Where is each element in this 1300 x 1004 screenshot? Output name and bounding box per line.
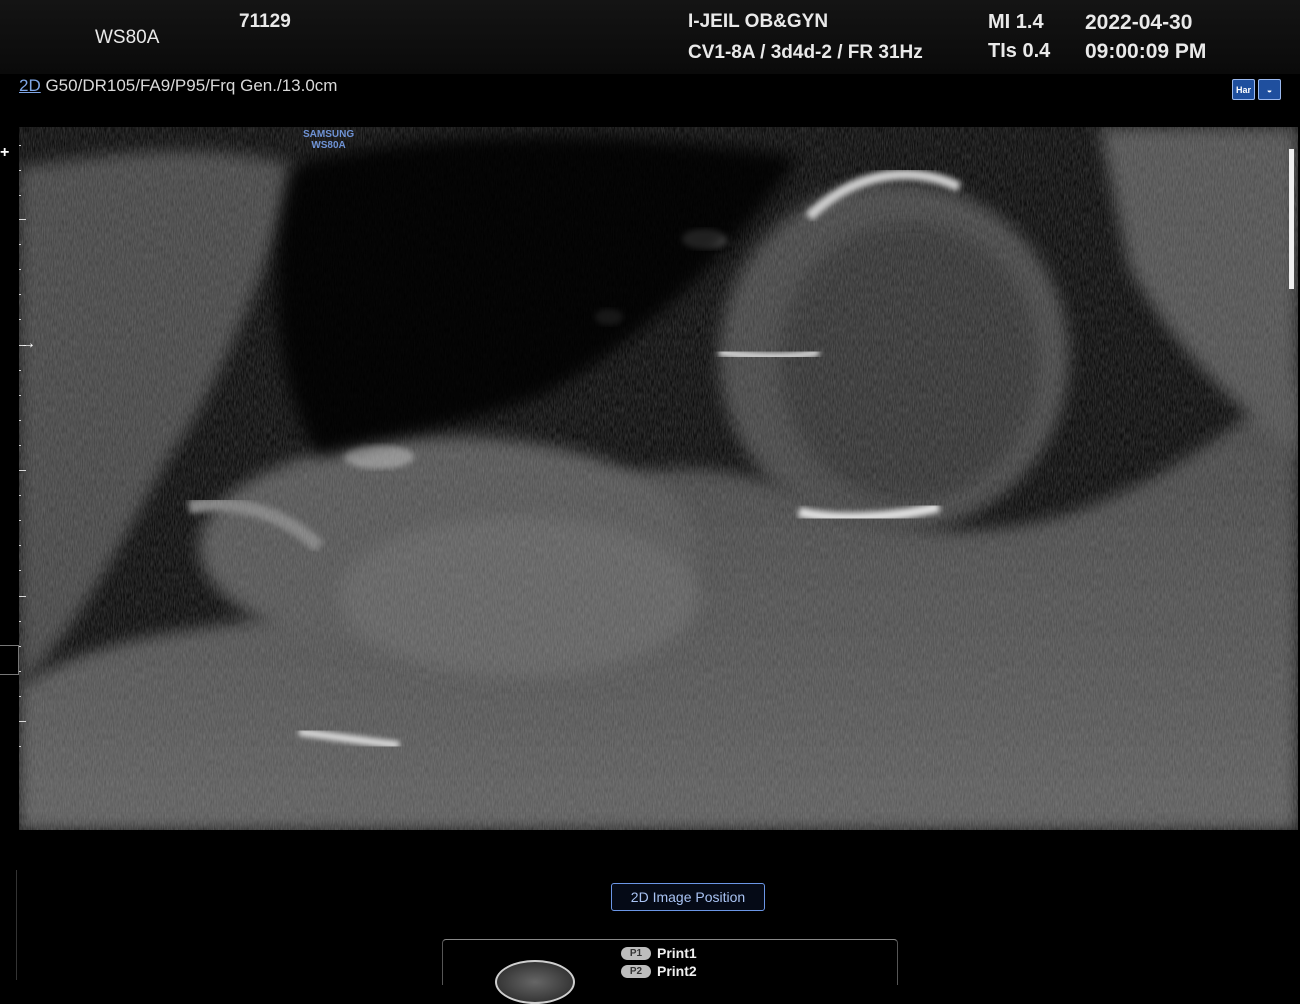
scale-tick <box>19 145 21 146</box>
scale-tick <box>19 269 21 270</box>
scale-tick <box>19 545 21 546</box>
hospital-name: I-JEIL OB&GYN <box>688 11 829 32</box>
scale-tick <box>19 621 21 622</box>
scale-tick <box>19 294 21 295</box>
mode-label[interactable]: 2D <box>19 76 41 95</box>
side-divider <box>0 870 17 980</box>
device-model: WS80A <box>95 27 160 48</box>
print2-row[interactable]: P2 Print2 <box>621 963 697 979</box>
scale-tick <box>19 395 21 396</box>
scale-tick <box>19 646 21 647</box>
ultrasound-image[interactable] <box>19 127 1298 830</box>
scale-tick <box>19 445 21 446</box>
parameter-values: G50/DR105/FA9/P95/Frq Gen./13.0cm <box>40 76 338 95</box>
scale-tick <box>19 244 21 245</box>
print2-badge: P2 <box>621 964 651 978</box>
focus-arrow-icon[interactable]: → <box>20 335 36 353</box>
scale-tick <box>19 470 26 471</box>
depth-scale <box>19 140 27 830</box>
watermark-model: WS80A <box>311 140 346 151</box>
print1-label: Print1 <box>657 945 697 961</box>
mechanical-index: MI 1.4 <box>988 11 1044 33</box>
scale-tick <box>19 721 26 722</box>
image-position-button[interactable]: 2D Image Position <box>611 883 765 911</box>
print2-label: Print2 <box>657 963 697 979</box>
trackball-icon[interactable] <box>495 960 575 1004</box>
print1-badge: P1 <box>621 946 651 960</box>
header-bar: WS80A 71129 I-JEIL OB&GYN CV1-8A / 3d4d-… <box>0 0 1300 74</box>
exam-time: 09:00:09 PM <box>1085 40 1207 63</box>
scale-tick <box>19 596 26 597</box>
scale-tick <box>19 671 21 672</box>
imaging-parameters: 2D G50/DR105/FA9/P95/Frq Gen./13.0cm <box>19 76 337 96</box>
scale-tick <box>19 570 21 571</box>
view-mode-icon[interactable]: ◒ <box>1258 79 1281 100</box>
gray-scale-bar <box>1289 149 1294 289</box>
scale-tick <box>19 319 21 320</box>
thermal-index: TIs 0.4 <box>988 40 1051 62</box>
scale-tick <box>19 495 21 496</box>
scale-tick <box>19 420 21 421</box>
patient-id: 71129 <box>239 11 291 32</box>
exam-date: 2022-04-30 <box>1085 11 1193 34</box>
scale-tick <box>19 195 21 196</box>
watermark-brand: SAMSUNG <box>303 129 355 140</box>
print-panel: P1 Print1 P2 Print2 <box>442 939 898 1004</box>
scale-tick <box>19 170 21 171</box>
orientation-marker-icon: + <box>0 144 10 161</box>
print1-row[interactable]: P1 Print1 <box>621 945 697 961</box>
scale-tick <box>19 696 21 697</box>
side-bracket <box>0 645 19 675</box>
brand-watermark: SAMSUNG WS80A <box>303 129 354 151</box>
harmonic-icon[interactable]: Har <box>1232 79 1255 100</box>
probe-info: CV1-8A / 3d4d-2 / FR 31Hz <box>688 42 923 63</box>
scale-tick <box>19 520 21 521</box>
scale-tick <box>19 219 26 220</box>
scale-tick <box>19 746 21 747</box>
scale-tick <box>19 370 21 371</box>
